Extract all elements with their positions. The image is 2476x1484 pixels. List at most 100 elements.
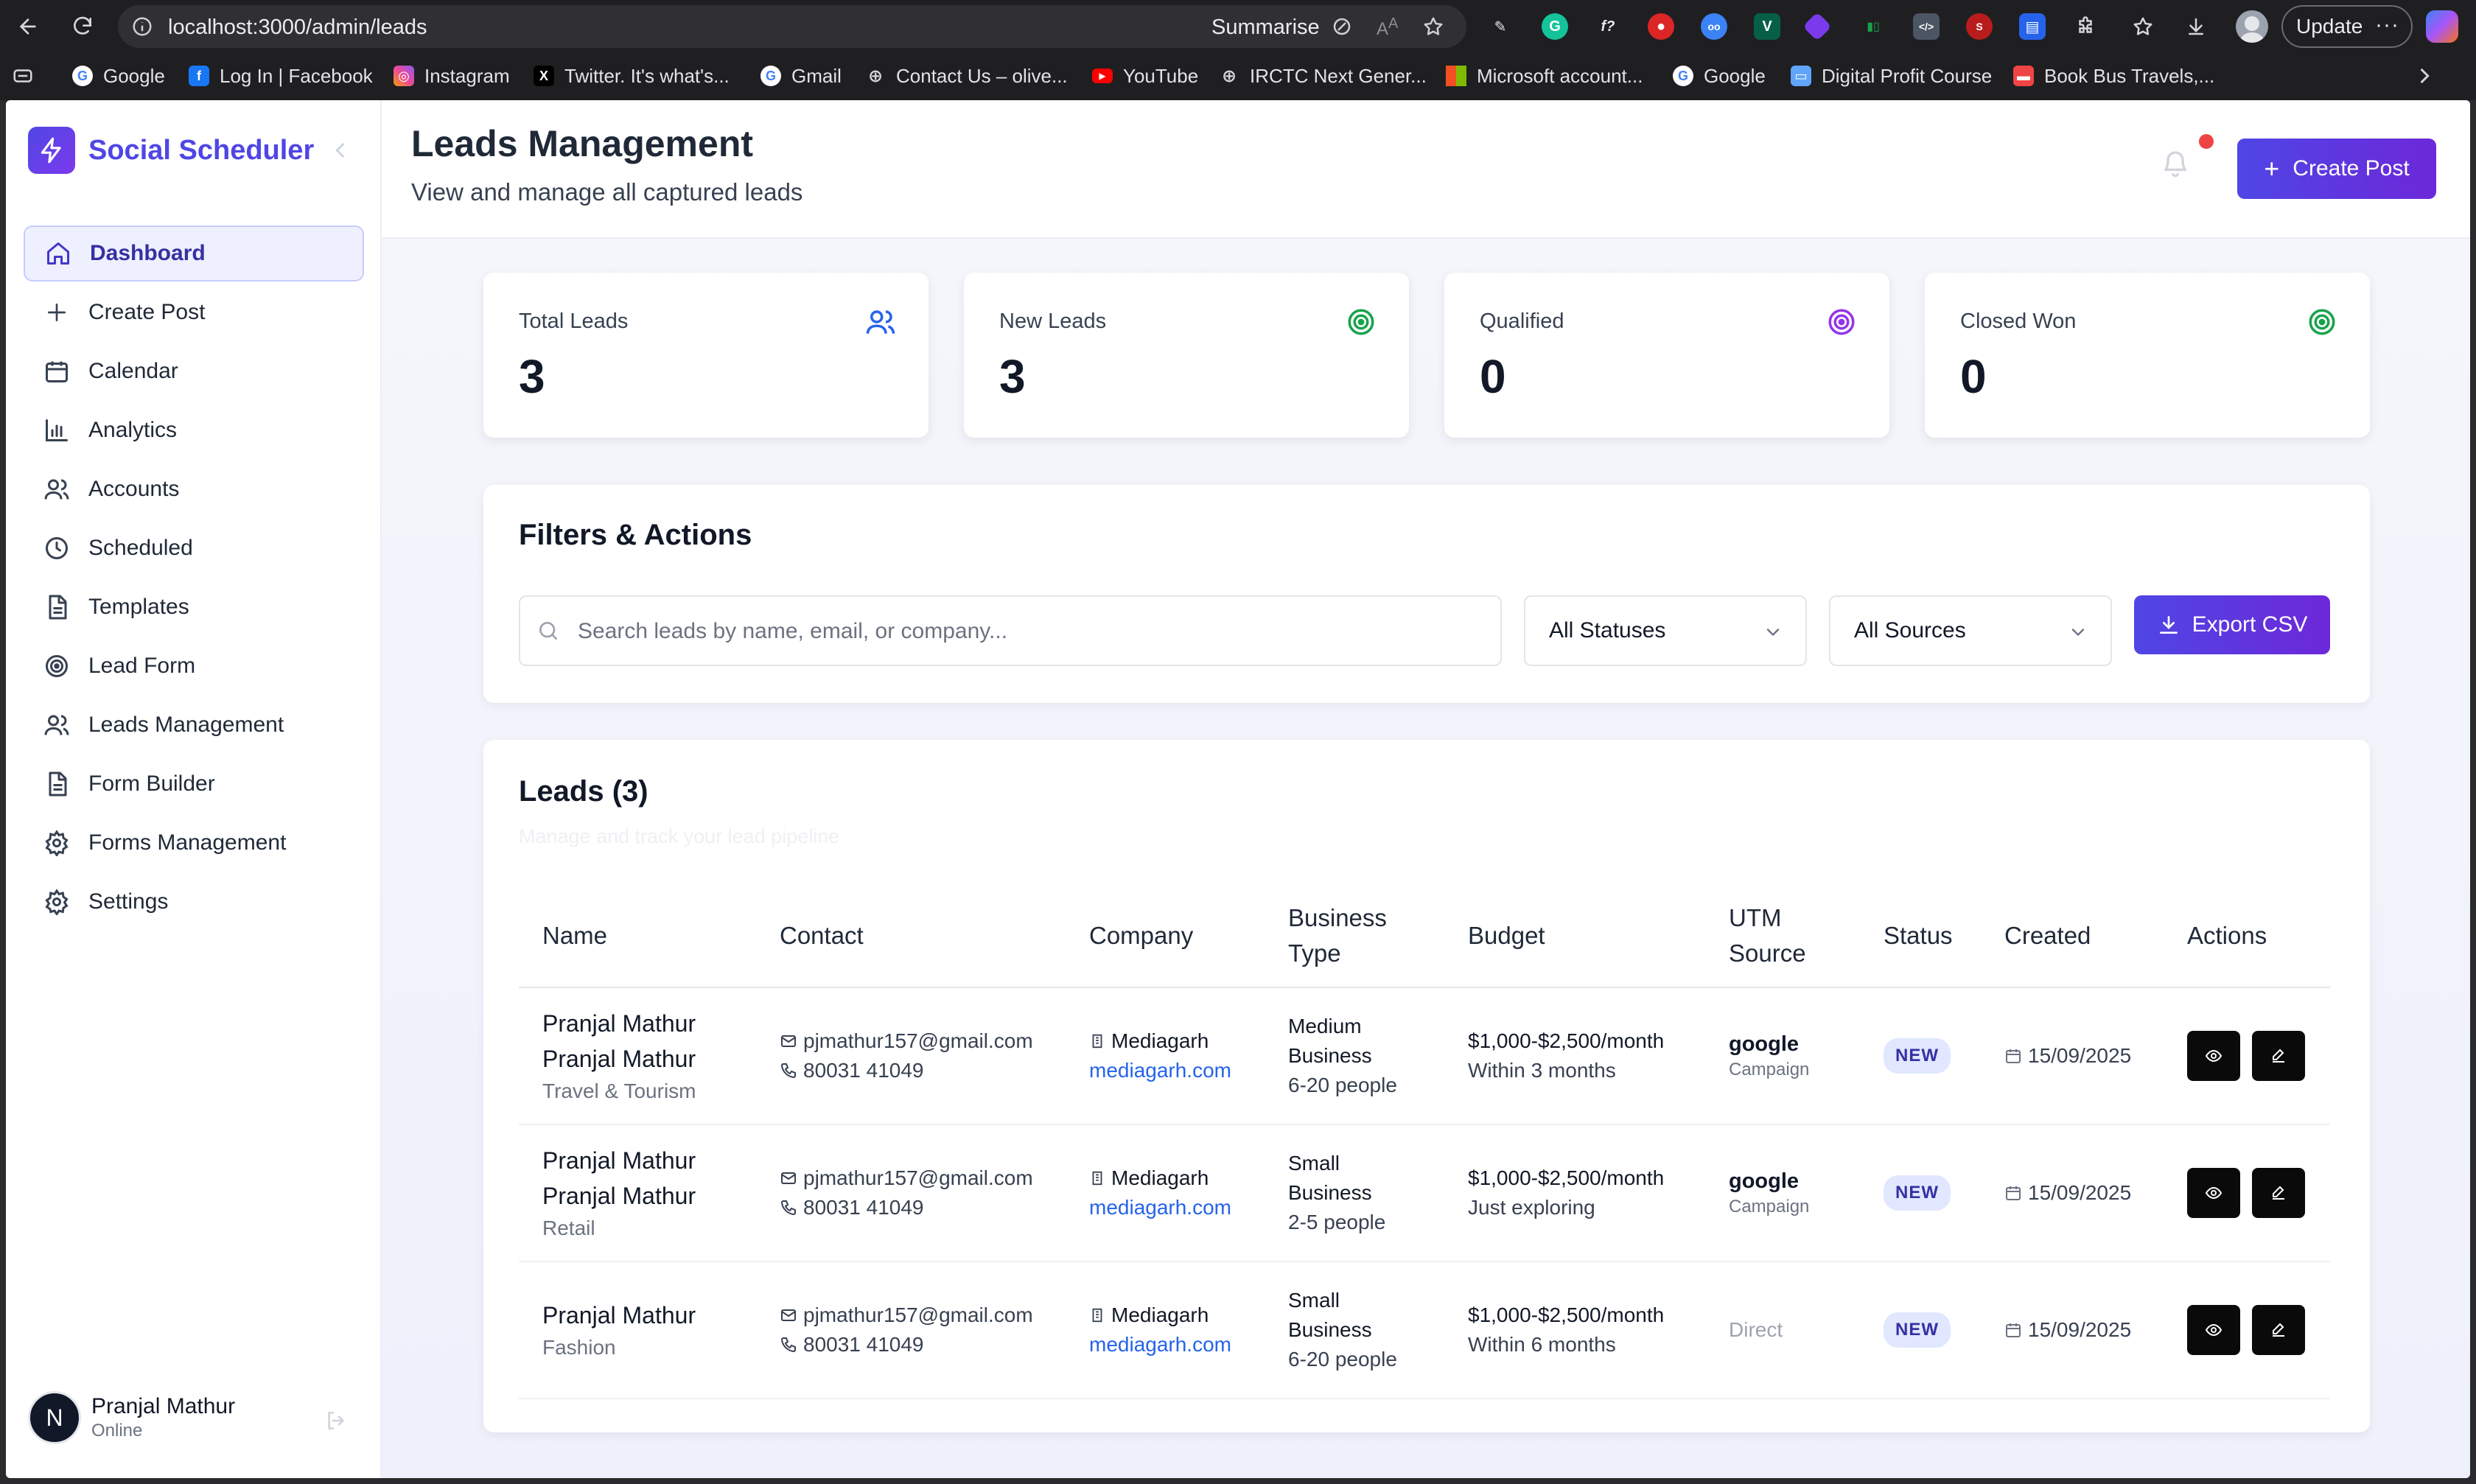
bookmark-youtube[interactable]: ▶ YouTube — [1092, 63, 1198, 88]
chevron-left-icon[interactable] — [330, 140, 351, 161]
user-profile[interactable]: N Pranjal Mathur Online — [28, 1391, 235, 1444]
bookmark-google[interactable]: G Google — [72, 63, 165, 88]
column-header-company[interactable]: Company — [1066, 884, 1265, 988]
download-icon[interactable] — [2183, 13, 2209, 40]
bookmark-google-2[interactable]: G Google — [1673, 63, 1766, 88]
url-text[interactable]: localhost:3000/admin/leads — [168, 15, 427, 40]
lead-timeline: Just exploring — [1468, 1196, 1595, 1219]
table-row[interactable]: Pranjal Mathur Pranjal Mathur Retail pjm… — [519, 1124, 2330, 1262]
sidebar-item-settings[interactable]: Settings — [24, 874, 364, 930]
column-header-name[interactable]: Name — [519, 884, 756, 988]
site-info-icon[interactable] — [131, 15, 153, 38]
column-header-business-type[interactable]: Business Type — [1265, 884, 1444, 988]
lead-website-link[interactable]: mediagarh.com — [1089, 1056, 1265, 1085]
lead-phone[interactable]: 80031 41049 — [803, 1193, 924, 1222]
extensions-puzzle-icon[interactable] — [2072, 13, 2099, 40]
bookmark-instagram[interactable]: ◎ Instagram — [394, 63, 510, 88]
status-select[interactable]: All Statuses — [1524, 595, 1807, 666]
view-lead-button[interactable] — [2187, 1168, 2240, 1218]
target-icon — [1346, 307, 1377, 337]
sidebar-item-dashboard[interactable]: Dashboard — [24, 225, 364, 281]
bookmark-irctc[interactable]: ⊕ IRCTC Next Gener... — [1219, 63, 1427, 88]
address-bar[interactable]: localhost:3000/admin/leads Summarise AA — [118, 5, 1466, 48]
column-header-utm-source[interactable]: UTM Source — [1705, 884, 1860, 988]
view-lead-button[interactable] — [2187, 1031, 2240, 1081]
bookmark-gmail[interactable]: G Gmail — [760, 63, 842, 88]
reload-icon[interactable] — [66, 10, 99, 43]
sidebar-item-accounts[interactable]: Accounts — [24, 461, 364, 517]
search-field[interactable] — [519, 595, 1502, 666]
logout-icon[interactable] — [324, 1409, 348, 1432]
table-row[interactable]: Pranjal Mathur Pranjal Mathur Travel & T… — [519, 987, 2330, 1125]
lead-email[interactable]: pjmathur157@gmail.com — [803, 1301, 1033, 1330]
summarise-button[interactable]: Summarise — [1211, 15, 1320, 40]
favorite-star-icon[interactable] — [1422, 15, 1444, 38]
sidebar-item-label: Settings — [88, 889, 169, 914]
lead-website-link[interactable]: mediagarh.com — [1089, 1193, 1265, 1222]
bookmark-bus-travels[interactable]: ▬ Book Bus Travels,... — [2013, 63, 2214, 88]
sidebar-item-lead-form[interactable]: Lead Form — [24, 638, 364, 694]
chart-extension-icon[interactable]: ▮▯ — [1860, 13, 1886, 40]
table-row[interactable]: Pranjal Mathur Fashion pjmathur157@gmail… — [519, 1261, 2330, 1399]
back-icon[interactable] — [12, 10, 44, 43]
column-header-contact[interactable]: Contact — [756, 884, 1066, 988]
column-header-created[interactable]: Created — [1981, 884, 2164, 988]
red-extension-icon[interactable]: ● — [1648, 13, 1674, 40]
lead-created-date: 15/09/2025 — [2028, 1318, 2132, 1341]
update-button[interactable]: Update ··· — [2281, 5, 2413, 48]
reading-list-icon[interactable] — [12, 63, 41, 88]
sidebar-item-calendar[interactable]: Calendar — [24, 343, 364, 399]
lead-phone[interactable]: 80031 41049 — [803, 1056, 924, 1085]
chevron-right-icon[interactable] — [2414, 63, 2435, 88]
brand[interactable]: Social Scheduler — [28, 127, 314, 174]
pen-extension-icon[interactable]: ✎ — [1487, 13, 1514, 40]
edit-lead-button[interactable] — [2252, 1305, 2305, 1355]
lead-phone[interactable]: 80031 41049 — [803, 1330, 924, 1359]
lead-business-people: 6-20 people — [1288, 1348, 1397, 1371]
grammarly-extension-icon[interactable]: G — [1542, 13, 1568, 40]
lead-created-date: 15/09/2025 — [2028, 1044, 2132, 1067]
fx-extension-icon[interactable]: f? — [1595, 13, 1621, 40]
sidebar-item-analytics[interactable]: Analytics — [24, 402, 364, 458]
favorites-icon[interactable] — [2130, 13, 2156, 40]
blue-extension-icon[interactable]: oo — [1701, 13, 1727, 40]
lead-email[interactable]: pjmathur157@gmail.com — [803, 1163, 1033, 1193]
bookmark-twitter[interactable]: X Twitter. It's what's... — [534, 63, 730, 88]
search-input[interactable] — [578, 613, 1484, 650]
create-post-label: Create Post — [2293, 156, 2410, 181]
bookmark-facebook[interactable]: f Log In | Facebook — [189, 63, 373, 88]
bookmark-digital-profit[interactable]: ▭ Digital Profit Course — [1791, 63, 1992, 88]
s-extension-icon[interactable]: S — [1966, 13, 1993, 40]
more-icon[interactable]: ··· — [2375, 13, 2399, 38]
read-aloud-icon[interactable]: AA — [1377, 15, 1398, 40]
sidebar: Social Scheduler Dashboard Create Post C… — [6, 100, 382, 1478]
sidebar-item-forms-management[interactable]: Forms Management — [24, 815, 364, 871]
sidebar-item-leads-management[interactable]: Leads Management — [24, 697, 364, 753]
edit-lead-button[interactable] — [2252, 1031, 2305, 1081]
sidebar-item-form-builder[interactable]: Form Builder — [24, 756, 364, 812]
summarise-icon[interactable] — [1331, 15, 1353, 38]
bell-icon[interactable] — [2161, 149, 2190, 178]
sidebar-item-templates[interactable]: Templates — [24, 579, 364, 635]
purple-extension-icon[interactable] — [1802, 12, 1832, 41]
lead-source: google — [1729, 1169, 1800, 1193]
edit-lead-button[interactable] — [2252, 1168, 2305, 1218]
lead-email[interactable]: pjmathur157@gmail.com — [803, 1026, 1033, 1056]
source-select[interactable]: All Sources — [1829, 595, 2112, 666]
green-extension-icon[interactable]: V — [1754, 13, 1780, 40]
sidebar-item-create-post[interactable]: Create Post — [24, 284, 364, 340]
copilot-icon[interactable] — [2426, 10, 2458, 43]
eye-icon — [2205, 1049, 2223, 1063]
bookmark-contact[interactable]: ⊕ Contact Us – olive... — [865, 63, 1068, 88]
export-csv-button[interactable]: Export CSV — [2134, 595, 2330, 654]
profile-avatar[interactable] — [2236, 10, 2268, 43]
column-header-status[interactable]: Status — [1860, 884, 1981, 988]
create-post-button[interactable]: + Create Post — [2237, 139, 2436, 199]
view-lead-button[interactable] — [2187, 1305, 2240, 1355]
sidebar-item-scheduled[interactable]: Scheduled — [24, 520, 364, 576]
column-header-budget[interactable]: Budget — [1444, 884, 1705, 988]
window-extension-icon[interactable]: ▤ — [2019, 13, 2046, 40]
code-extension-icon[interactable]: </> — [1913, 13, 1940, 40]
lead-website-link[interactable]: mediagarh.com — [1089, 1330, 1265, 1359]
bookmark-microsoft[interactable]: Microsoft account... — [1446, 63, 1643, 88]
